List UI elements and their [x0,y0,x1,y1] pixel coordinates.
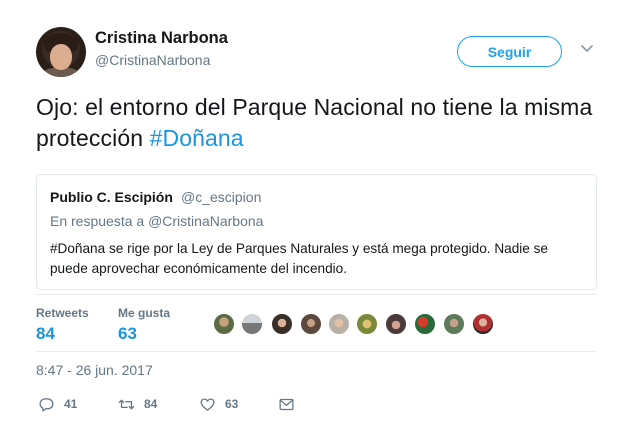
reply-prefix: En respuesta a [50,213,149,229]
author-handle[interactable]: @CristinaNarbona [95,52,210,68]
quoted-author-name: Publio C. Escipión [50,189,173,205]
tweet-text: Ojo: el entorno del Parque Nacional no t… [36,92,606,154]
retweets-stat[interactable]: Retweets 84 [36,306,89,344]
like-count: 63 [225,397,239,411]
liker-avatar[interactable] [328,313,350,335]
quoted-author-handle: @c_escipion [181,189,262,205]
retweets-label: Retweets [36,306,89,320]
heart-icon [200,397,215,411]
reply-count: 41 [64,397,78,411]
quoted-tweet-text: #Doñana se rige por la Ley de Parques Na… [50,241,548,276]
retweet-button[interactable]: 84 [118,396,157,412]
author-avatar[interactable] [36,27,86,77]
divider [36,351,597,352]
hashtag-link[interactable]: #Doñana [150,125,244,151]
liker-avatar[interactable] [300,313,322,335]
likes-label: Me gusta [118,306,171,320]
chevron-down-icon[interactable] [580,44,594,54]
liker-avatar[interactable] [241,313,263,335]
author-name[interactable]: Cristina Narbona [95,29,228,48]
liker-avatar[interactable] [414,313,436,335]
tweet-body: Ojo: el entorno del Parque Nacional no t… [36,94,593,151]
likes-stat[interactable]: Me gusta 63 [118,306,170,344]
liker-avatar[interactable] [443,313,465,335]
liker-avatar[interactable] [213,313,235,335]
retweet-count: 84 [144,397,158,411]
direct-message-button[interactable] [278,396,295,412]
reply-icon [39,397,54,412]
quoted-tweet[interactable]: Publio C. Escipión @c_escipion En respue… [36,174,597,290]
envelope-icon [279,398,294,410]
reply-to-link[interactable]: @CristinaNarbona [148,213,263,229]
like-button[interactable]: 63 [199,396,238,412]
retweet-icon [118,399,135,409]
liker-avatar[interactable] [271,313,293,335]
retweets-count: 84 [36,324,55,343]
reply-button[interactable]: 41 [38,396,77,412]
reply-context: En respuesta a @CristinaNarbona [50,213,263,229]
tweet-timestamp[interactable]: 8:47 - 26 jun. 2017 [36,362,153,378]
divider [36,294,597,295]
liker-avatar[interactable] [356,313,378,335]
liker-avatar[interactable] [472,313,494,335]
likes-count: 63 [118,324,137,343]
liker-avatar[interactable] [385,313,407,335]
follow-button[interactable]: Seguir [457,36,562,67]
